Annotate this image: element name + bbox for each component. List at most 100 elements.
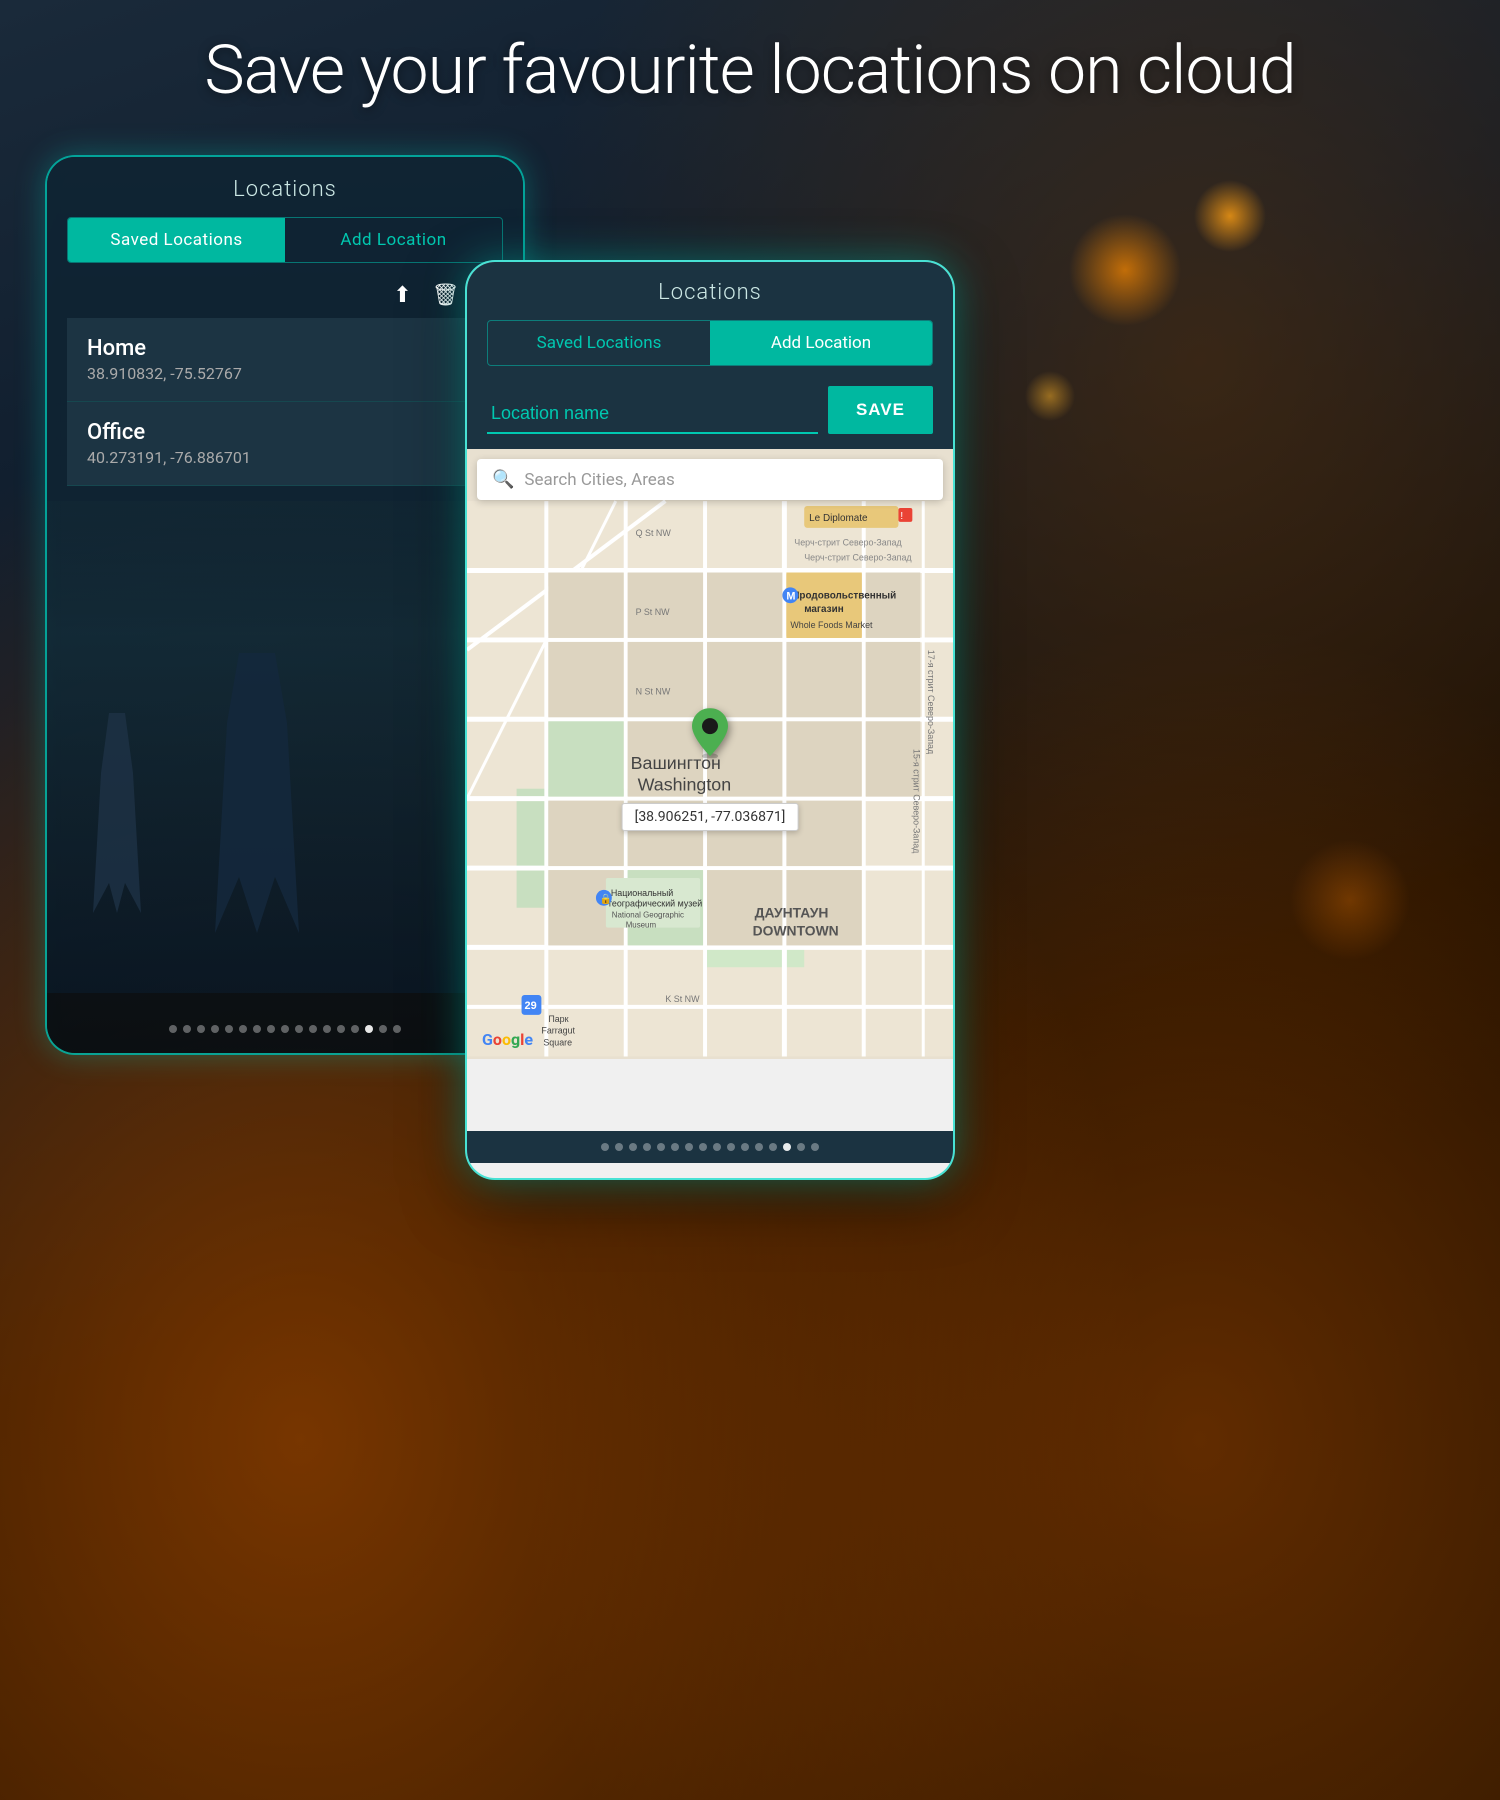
dot-7 bbox=[253, 1025, 261, 1033]
phone1-tabs: Saved Locations Add Location bbox=[67, 217, 503, 263]
phone2-title: Locations bbox=[487, 280, 933, 305]
svg-text:P St NW: P St NW bbox=[636, 607, 671, 617]
svg-text:K St NW: K St NW bbox=[665, 994, 700, 1004]
svg-text:Черч-стрит Северо-Запад: Черч-стрит Северо-Запад bbox=[804, 553, 912, 563]
svg-text:Le Diplomate: Le Diplomate bbox=[809, 513, 868, 524]
svg-text:географический музей: географический музей bbox=[609, 899, 702, 909]
home-coords: 38.910832, -75.52767 bbox=[87, 364, 242, 383]
svg-text:Museum: Museum bbox=[626, 921, 657, 930]
save-button[interactable]: SAVE bbox=[828, 386, 933, 434]
p2-dot-14 bbox=[783, 1143, 791, 1151]
p2-dot-4 bbox=[643, 1143, 651, 1151]
dot-17 bbox=[393, 1025, 401, 1033]
svg-text:Продовольственный: Продовольственный bbox=[792, 590, 896, 601]
phone-2-device: Locations Saved Locations Add Location S… bbox=[465, 260, 955, 1180]
dot-16 bbox=[379, 1025, 387, 1033]
svg-text:🔒: 🔒 bbox=[600, 893, 612, 905]
svg-text:Парк: Парк bbox=[548, 1014, 568, 1024]
p2-dot-2 bbox=[615, 1143, 623, 1151]
p2-dot-12 bbox=[755, 1143, 763, 1151]
dot-14 bbox=[351, 1025, 359, 1033]
home-name: Home bbox=[87, 336, 242, 361]
dot-3 bbox=[197, 1025, 205, 1033]
office-name: Office bbox=[87, 420, 251, 445]
dot-10 bbox=[295, 1025, 303, 1033]
svg-text:Черч-стрит Северо-Запад: Черч-стрит Северо-Запад bbox=[794, 538, 902, 548]
p2-dot-3 bbox=[629, 1143, 637, 1151]
tab-add-location-p2[interactable]: Add Location bbox=[710, 321, 932, 365]
phone-1-panel: Locations Saved Locations Add Location ⬆… bbox=[47, 157, 523, 501]
dot-6 bbox=[239, 1025, 247, 1033]
office-info: Office 40.273191, -76.886701 bbox=[87, 420, 251, 467]
google-logo: Google bbox=[482, 1030, 533, 1049]
dot-11 bbox=[309, 1025, 317, 1033]
hiker-figure-2 bbox=[197, 653, 317, 933]
p2-dot-9 bbox=[713, 1143, 721, 1151]
svg-text:ДАУНТАУН: ДАУНТАУН bbox=[755, 905, 829, 921]
p2-dot-1 bbox=[601, 1143, 609, 1151]
dot-4 bbox=[211, 1025, 219, 1033]
p2-dot-15 bbox=[797, 1143, 805, 1151]
p2-dot-5 bbox=[657, 1143, 665, 1151]
p2-dot-8 bbox=[699, 1143, 707, 1151]
location-item-office[interactable]: Office 40.273191, -76.886701 › bbox=[67, 402, 503, 486]
hiker-figure-1 bbox=[77, 713, 157, 913]
svg-text:!: ! bbox=[900, 511, 903, 522]
dot-9 bbox=[281, 1025, 289, 1033]
svg-text:17-я стрит Северо-Запад: 17-я стрит Северо-Запад bbox=[926, 650, 936, 755]
p2-dot-13 bbox=[769, 1143, 777, 1151]
page-headline: Save your favourite locations on cloud bbox=[0, 30, 1500, 110]
location-name-input[interactable] bbox=[487, 395, 818, 434]
phone2-dots bbox=[467, 1131, 953, 1163]
office-coords: 40.273191, -76.886701 bbox=[87, 448, 251, 467]
svg-text:магазин: магазин bbox=[804, 604, 843, 615]
p2-dot-11 bbox=[741, 1143, 749, 1151]
search-icon: 🔍 bbox=[492, 469, 514, 490]
phone2-tabs: Saved Locations Add Location bbox=[487, 320, 933, 366]
phone-1-device: Locations Saved Locations Add Location ⬆… bbox=[45, 155, 525, 1055]
svg-text:National Geographic: National Geographic bbox=[612, 911, 684, 920]
dot-12 bbox=[323, 1025, 331, 1033]
home-info: Home 38.910832, -75.52767 bbox=[87, 336, 242, 383]
coords-bubble: [38.906251, -77.036871] bbox=[622, 803, 799, 831]
dot-2 bbox=[183, 1025, 191, 1033]
google-letter-g: G bbox=[482, 1030, 493, 1049]
tab-saved-locations[interactable]: Saved Locations bbox=[68, 218, 285, 262]
map-pin bbox=[692, 708, 728, 762]
dot-1 bbox=[169, 1025, 177, 1033]
google-letter-o1: o bbox=[493, 1030, 502, 1049]
map-search-bar[interactable]: 🔍 Search Cities, Areas bbox=[477, 459, 943, 500]
location-input-row: SAVE bbox=[487, 381, 933, 434]
delete-icon[interactable]: 🗑 bbox=[432, 283, 460, 308]
svg-text:Whole Foods Market: Whole Foods Market bbox=[790, 620, 873, 630]
svg-text:Washington: Washington bbox=[638, 775, 732, 795]
dot-13 bbox=[337, 1025, 345, 1033]
svg-text:Национальный: Национальный bbox=[611, 888, 673, 898]
phone2-header: Locations Saved Locations Add Location S… bbox=[467, 262, 953, 449]
svg-text:Q St NW: Q St NW bbox=[636, 528, 672, 538]
phone1-dots bbox=[47, 1025, 523, 1033]
dot-15 bbox=[365, 1025, 373, 1033]
svg-text:Square: Square bbox=[543, 1038, 572, 1048]
svg-text:15-я стрит Северо-Запад: 15-я стрит Северо-Запад bbox=[911, 749, 921, 854]
google-letter-o2: o bbox=[502, 1030, 511, 1049]
map-search-placeholder: Search Cities, Areas bbox=[524, 470, 674, 490]
svg-text:Farragut: Farragut bbox=[541, 1026, 575, 1036]
upload-icon[interactable]: ⬆ bbox=[393, 283, 411, 308]
map-container[interactable]: 🔍 Search Cities, Areas bbox=[467, 449, 953, 1059]
dot-5 bbox=[225, 1025, 233, 1033]
p2-dot-16 bbox=[811, 1143, 819, 1151]
google-letter-e: e bbox=[524, 1030, 533, 1049]
google-letter-g2: g bbox=[511, 1030, 520, 1049]
location-item-home[interactable]: Home 38.910832, -75.52767 › bbox=[67, 318, 503, 402]
tab-saved-locations-p2[interactable]: Saved Locations bbox=[488, 321, 710, 365]
p2-dot-10 bbox=[727, 1143, 735, 1151]
svg-text:29: 29 bbox=[525, 1000, 537, 1012]
svg-text:N St NW: N St NW bbox=[636, 686, 671, 696]
svg-text:M: M bbox=[786, 590, 795, 602]
phone1-title: Locations bbox=[67, 177, 503, 202]
p2-dot-7 bbox=[685, 1143, 693, 1151]
dot-8 bbox=[267, 1025, 275, 1033]
tab-add-location[interactable]: Add Location bbox=[285, 218, 502, 262]
p2-dot-6 bbox=[671, 1143, 679, 1151]
